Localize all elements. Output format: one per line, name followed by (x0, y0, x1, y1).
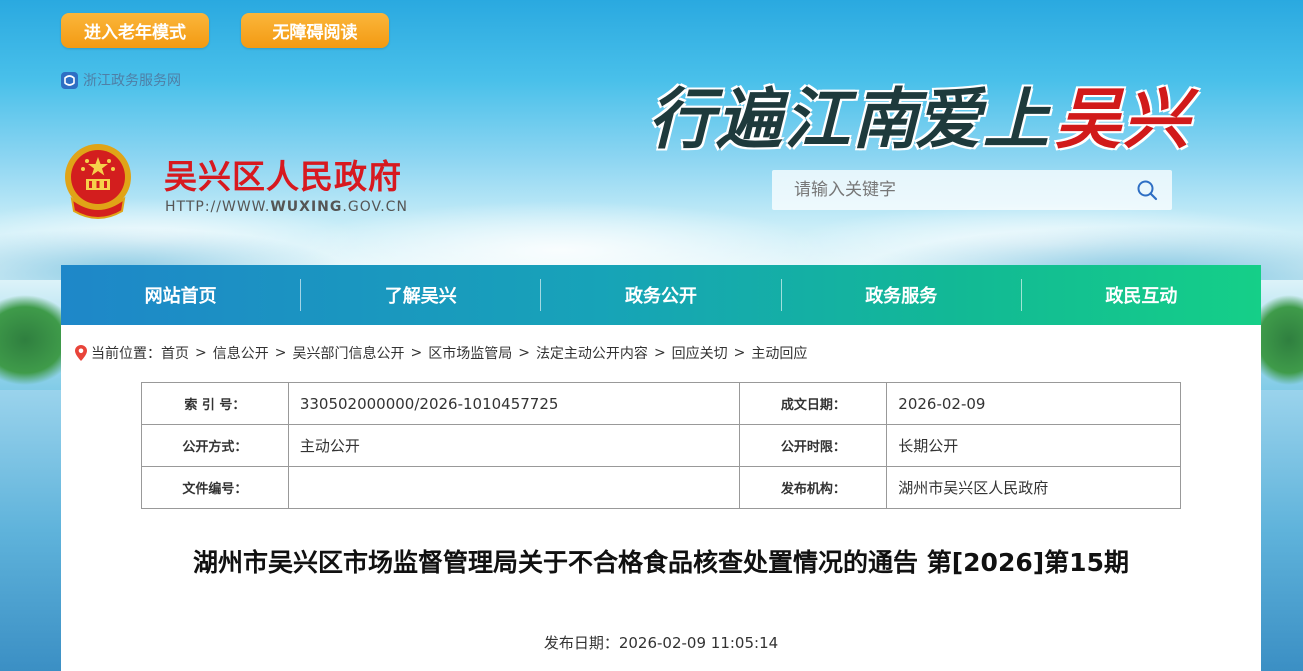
background-water-right (1259, 390, 1303, 671)
document-meta-table: 索 引 号： 330502000000/2026-1010457725 成文日期… (141, 382, 1181, 509)
meta-label-disclosure-method: 公开方式： (141, 424, 289, 467)
table-row: 公开方式： 主动公开 公开时限： 长期公开 (141, 424, 1181, 467)
nav-interaction[interactable]: 政民互动 (1022, 265, 1261, 325)
slogan-accent-wuxing: 吴兴 (1055, 80, 1191, 158)
zhejiang-portal-label: 浙江政务服务网 (83, 73, 181, 89)
slogan-accent: 爱上 吴兴 (915, 66, 1191, 162)
meta-label-disclosure-period: 公开时限： (739, 424, 888, 467)
meta-value-written-date: 2026-02-09 (886, 382, 1181, 425)
site-url-suffix: .GOV.CN (342, 199, 408, 215)
breadcrumb-market-bureau[interactable]: 区市场监管局 (428, 343, 512, 363)
meta-value-index-number: 330502000000/2026-1010457725 (287, 382, 741, 425)
nav-gov-affairs-open[interactable]: 政务公开 (541, 265, 780, 325)
breadcrumb-separator: > (274, 345, 287, 361)
table-row: 索 引 号： 330502000000/2026-1010457725 成文日期… (141, 382, 1181, 425)
main-nav: 网站首页 了解吴兴 政务公开 政务服务 政民互动 (61, 265, 1261, 325)
article-title: 湖州市吴兴区市场监督管理局关于不合格食品核查处置情况的通告 第[2026]第15… (193, 548, 1129, 577)
meta-value-document-number (287, 466, 741, 509)
meta-value-publishing-agency: 湖州市吴兴区人民政府 (886, 466, 1181, 509)
breadcrumb-home[interactable]: 首页 (161, 343, 189, 363)
background-trees-left (0, 285, 62, 395)
slogan-main: 行遍江南 (648, 80, 920, 158)
breadcrumb-active-response[interactable]: 主动回应 (751, 343, 807, 363)
accessible-reading-button[interactable]: 无障碍阅读 (241, 13, 389, 48)
nav-gov-services[interactable]: 政务服务 (782, 265, 1021, 325)
site-url-prefix: HTTP://WWW. (165, 199, 271, 215)
publish-date-value: 2026-02-09 11:05:14 (618, 634, 779, 652)
breadcrumb-separator: > (733, 345, 746, 361)
breadcrumb-separator: > (410, 345, 423, 361)
breadcrumb-separator: > (195, 345, 207, 361)
table-row: 文件编号： 发布机构： 湖州市吴兴区人民政府 (141, 466, 1181, 509)
meta-value-disclosure-period: 长期公开 (886, 424, 1181, 467)
meta-label-index-number: 索 引 号： (141, 382, 289, 425)
breadcrumb-info-open[interactable]: 信息公开 (213, 343, 269, 363)
elder-mode-button[interactable]: 进入老年模式 (61, 13, 209, 48)
slogan-accent-ai: 爱上 (915, 80, 1051, 158)
nav-home[interactable]: 网站首页 (61, 265, 300, 325)
content-panel: 当前位置： 首页 > 信息公开 > 吴兴部门信息公开 > 区市场监管局 > 法定… (61, 325, 1261, 671)
meta-value-disclosure-method: 主动公开 (287, 424, 741, 467)
breadcrumb-response-concerns[interactable]: 回应关切 (672, 343, 728, 363)
publish-date-label: 发布日期： (543, 634, 619, 652)
breadcrumb-statutory-content[interactable]: 法定主动公开内容 (536, 343, 648, 363)
meta-label-publishing-agency: 发布机构： (739, 466, 888, 509)
location-pin-icon (75, 345, 87, 361)
search-button[interactable] (1122, 170, 1172, 210)
search-icon (1137, 180, 1158, 201)
breadcrumb-separator: > (653, 345, 666, 361)
zhejiang-gov-portal-link[interactable]: 浙江政务服务网 (61, 71, 181, 89)
background-trees-right (1259, 285, 1303, 395)
nav-about-wuxing[interactable]: 了解吴兴 (301, 265, 540, 325)
meta-label-document-number: 文件编号： (141, 466, 289, 509)
search-box (772, 170, 1172, 210)
background-water-left (0, 390, 62, 671)
site-title: 吴兴区人民政府 (164, 157, 402, 196)
site-url-domain: WUXING (270, 199, 343, 215)
breadcrumb-separator: > (518, 345, 530, 361)
breadcrumb-dept-info[interactable]: 吴兴部门信息公开 (292, 343, 404, 363)
site-url: HTTP://WWW.WUXING.GOV.CN (165, 199, 408, 215)
breadcrumb: 当前位置： 首页 > 信息公开 > 吴兴部门信息公开 > 区市场监管局 > 法定… (75, 343, 807, 363)
breadcrumb-label: 当前位置： (91, 346, 161, 362)
zhejiang-portal-icon (61, 71, 78, 89)
national-emblem-icon (62, 141, 134, 221)
search-input[interactable] (772, 170, 1122, 210)
meta-label-written-date: 成文日期： (739, 382, 888, 425)
publish-date: 发布日期：2026-02-09 11:05:14 (61, 632, 1261, 653)
